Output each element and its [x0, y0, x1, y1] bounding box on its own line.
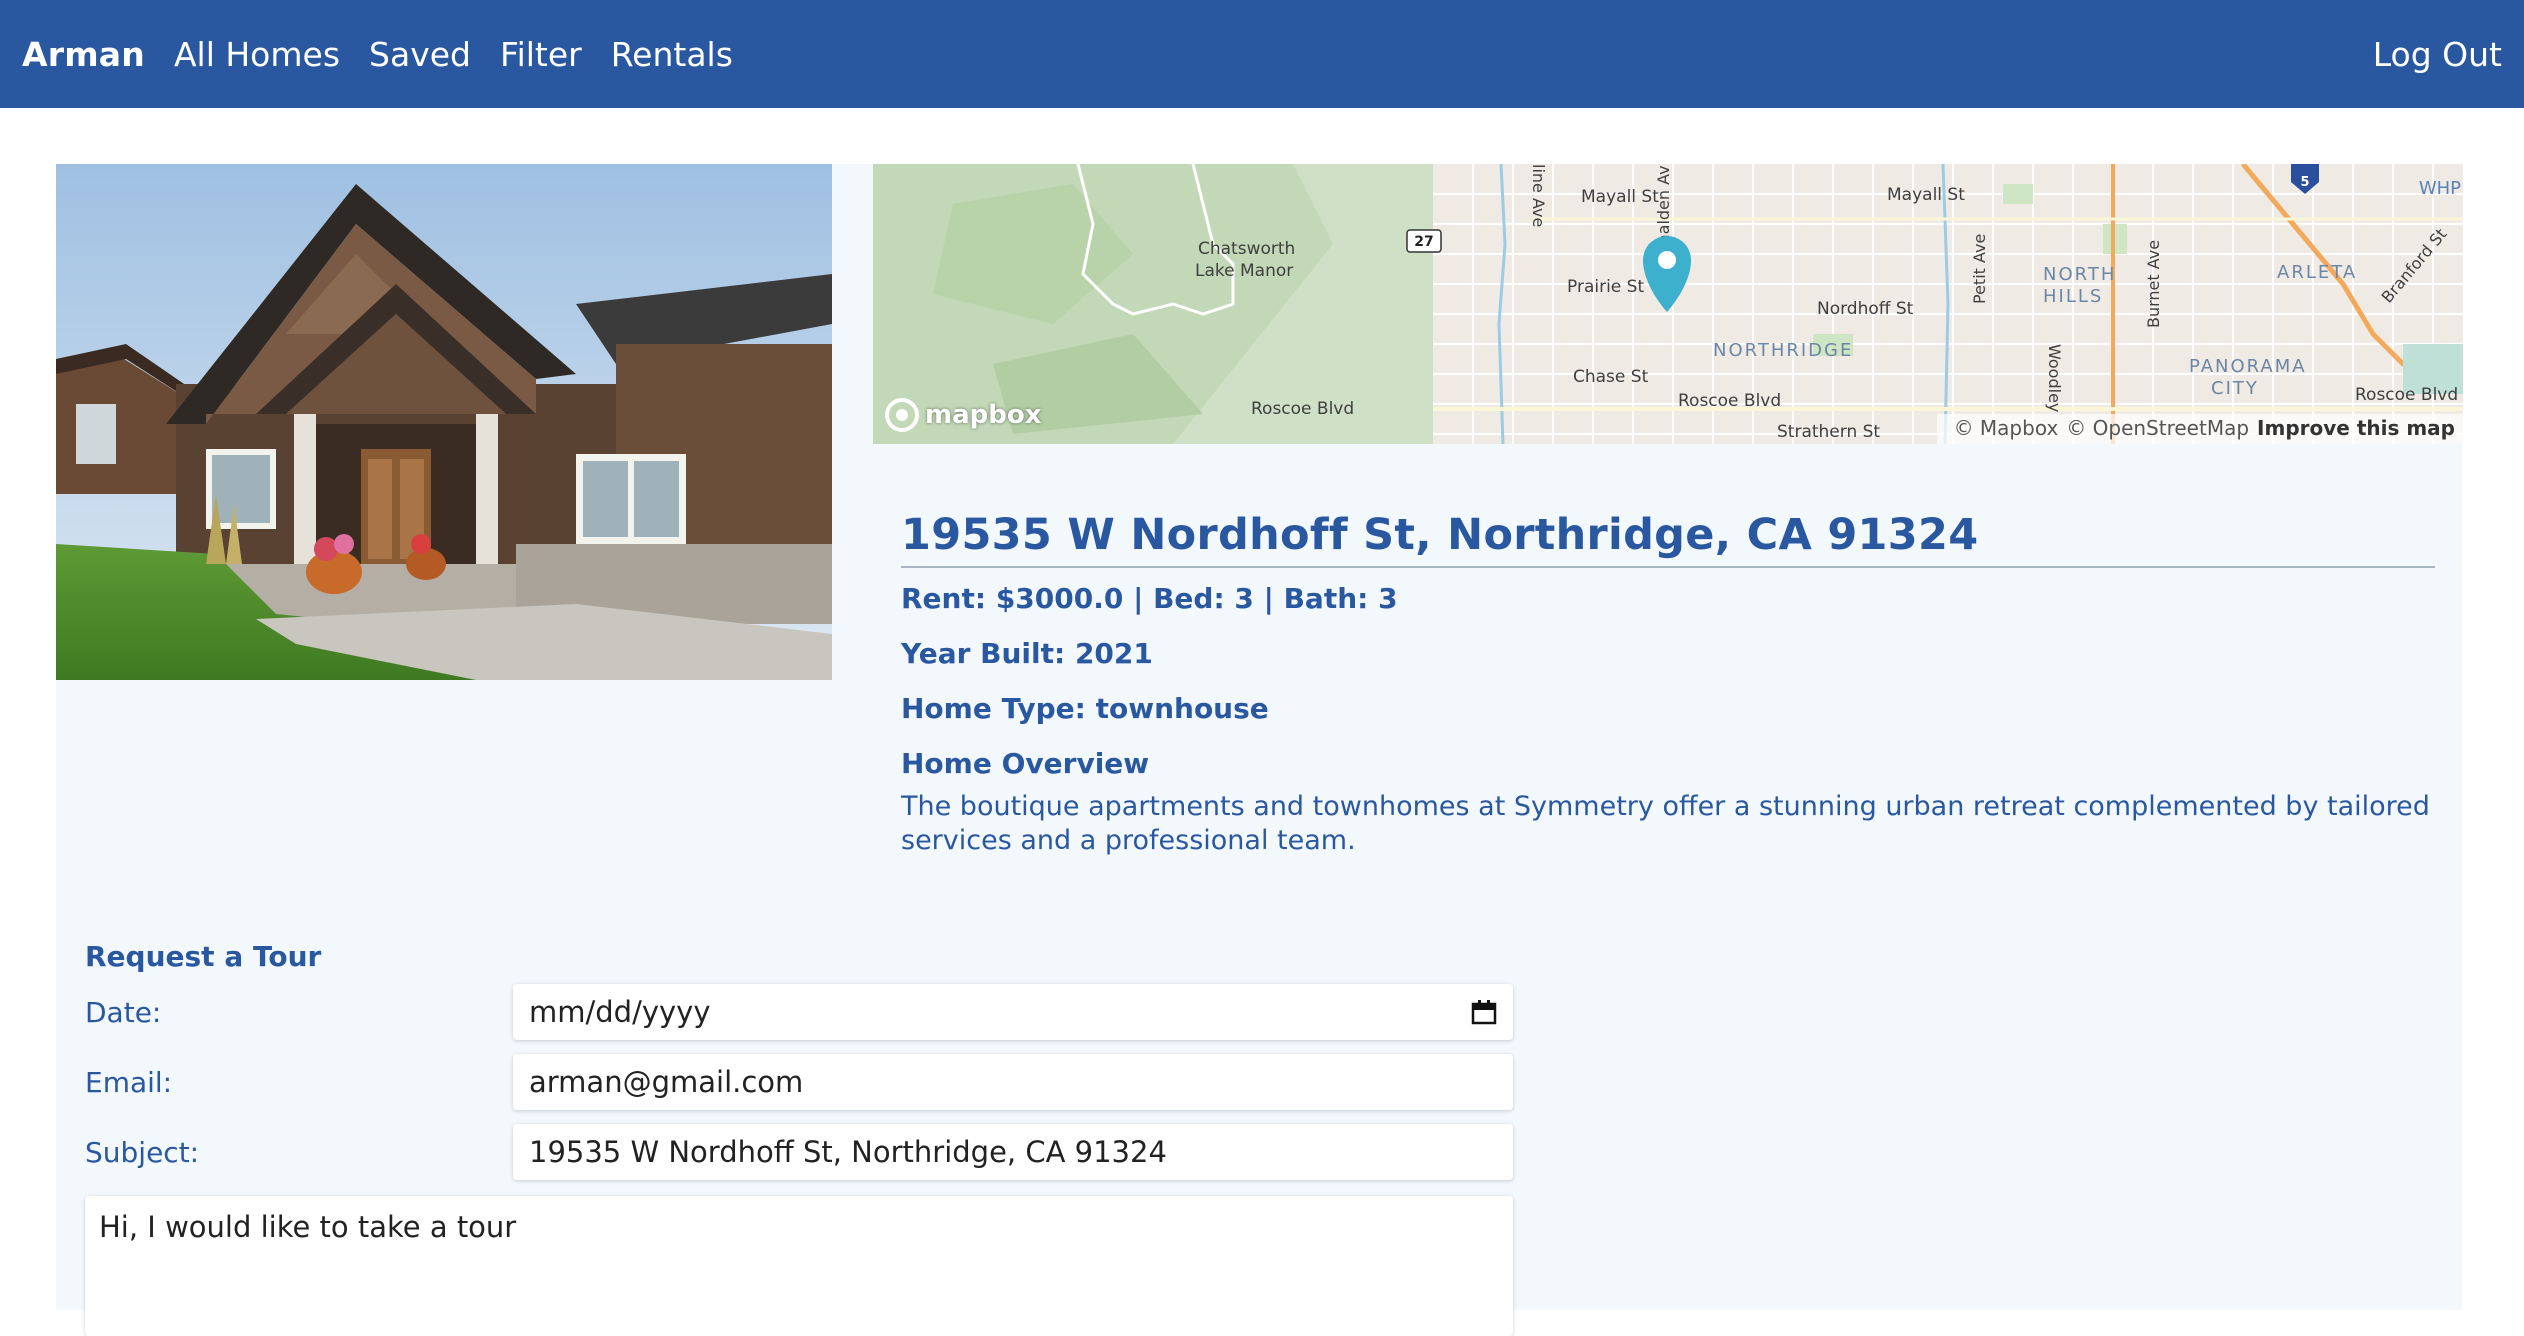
subject-input-value: 19535 W Nordhoff St, Northridge, CA 9132… — [529, 1135, 1167, 1169]
location-map[interactable]: Chatsworth Lake Manor Mayall St Mayall St… — [873, 164, 2463, 444]
home-address: 19535 W Nordhoff St, Northridge, CA 9132… — [901, 510, 2435, 568]
map-label-whp: WHP — [2419, 178, 2461, 199]
map-label-nordhoff: Nordhoff St — [1817, 299, 1914, 319]
map-canvas: Chatsworth Lake Manor Mayall St Mayall St… — [873, 164, 2463, 444]
top-navbar: Arman All Homes Saved Filter Rentals Log… — [0, 0, 2524, 108]
nav-link-filter[interactable]: Filter — [500, 35, 582, 74]
map-label-prairie: Prairie St — [1567, 277, 1644, 297]
request-tour-form: Request a Tour Date: mm/dd/yyyy Email: a… — [85, 940, 1515, 1336]
map-label-mayall-2: Mayall St — [1887, 185, 1965, 205]
map-label-arleta: ARLETA — [2277, 262, 2357, 283]
nav-brand[interactable]: Arman — [22, 35, 145, 74]
map-label-chase: Chase St — [1573, 367, 1649, 387]
map-label-petit: Petit Ave — [1970, 234, 1989, 304]
attribution-mapbox[interactable]: © Mapbox — [1954, 416, 2059, 440]
message-text: Hi, I would like to take a tour — [99, 1210, 517, 1244]
map-attribution: © Mapbox © OpenStreetMap Improve this ma… — [1954, 416, 2455, 440]
interstate-5-label: 5 — [2300, 175, 2309, 190]
map-label-northridge: NORTHRIDGE — [1713, 340, 1853, 361]
home-overview-text: The boutique apartments and townhomes at… — [901, 791, 2430, 856]
email-input[interactable]: arman@gmail.com — [513, 1054, 1513, 1110]
route-27-label: 27 — [1414, 234, 1433, 250]
date-input-value: mm/dd/yyyy — [529, 995, 711, 1029]
map-label-burnet: Burnet Ave — [2144, 240, 2163, 328]
home-year-built: Year Built: 2021 — [901, 637, 1153, 670]
map-label-roscoe-1: Roscoe Blvd — [1251, 399, 1354, 419]
house-illustration — [56, 164, 832, 680]
message-textarea[interactable]: Hi, I would like to take a tour — [85, 1196, 1513, 1336]
mapbox-logo-icon — [885, 398, 919, 432]
home-details: 19535 W Nordhoff St, Northridge, CA 9132… — [901, 510, 2435, 858]
map-label-line-ave: line Ave — [1529, 164, 1548, 227]
subject-label: Subject: — [85, 1135, 200, 1169]
map-label-roscoe-2: Roscoe Blvd — [1678, 391, 1781, 411]
subject-input[interactable]: 19535 W Nordhoff St, Northridge, CA 9132… — [513, 1124, 1513, 1180]
improve-map-link[interactable]: Improve this map — [2257, 416, 2455, 440]
email-input-value: arman@gmail.com — [529, 1065, 804, 1099]
date-label: Date: — [85, 995, 162, 1029]
email-row: Email: — [85, 1054, 513, 1110]
attribution-osm[interactable]: © OpenStreetMap — [2066, 416, 2249, 440]
date-row: Date: — [85, 984, 513, 1040]
nav-link-rentals[interactable]: Rentals — [611, 35, 733, 74]
map-label-mayall-1: Mayall St — [1581, 187, 1659, 207]
request-tour-title: Request a Tour — [85, 940, 322, 973]
map-label-strathern: Strathern St — [1777, 422, 1880, 442]
house-photo — [56, 164, 832, 680]
home-overview-title: Home Overview — [901, 747, 1150, 780]
logout-link[interactable]: Log Out — [2373, 35, 2502, 74]
home-type: Home Type: townhouse — [901, 692, 1269, 725]
mapbox-logo-text: mapbox — [925, 400, 1042, 430]
mapbox-logo[interactable]: mapbox — [885, 398, 1042, 432]
nav-link-all-homes[interactable]: All Homes — [174, 35, 340, 74]
calendar-icon[interactable] — [1471, 999, 1497, 1025]
nav-links: Arman All Homes Saved Filter Rentals — [22, 35, 762, 74]
home-summary: Rent: $3000.0 | Bed: 3 | Bath: 3 — [901, 582, 1398, 615]
nav-link-saved[interactable]: Saved — [369, 35, 471, 74]
subject-row: Subject: — [85, 1124, 513, 1180]
email-label: Email: — [85, 1065, 173, 1099]
map-label-woodley: Woodley — [2045, 344, 2064, 412]
map-label-roscoe-3: Roscoe Blvd — [2355, 385, 2458, 405]
date-input[interactable]: mm/dd/yyyy — [513, 984, 1513, 1040]
